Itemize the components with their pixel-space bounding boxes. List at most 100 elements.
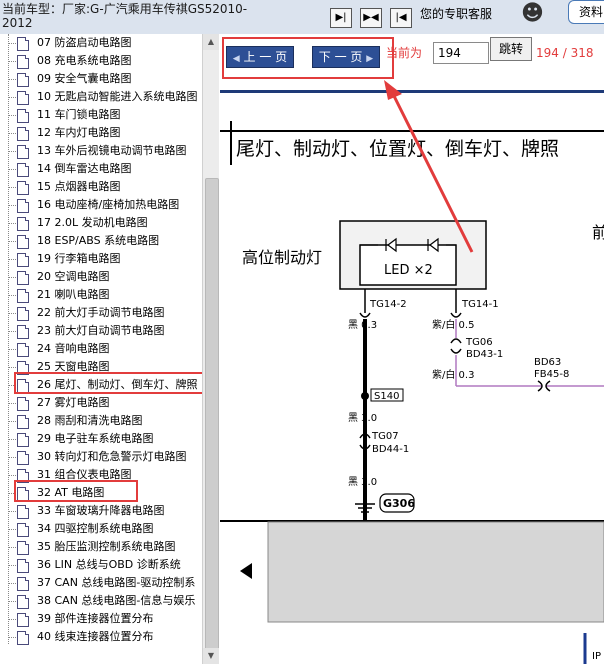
tree-branch-line xyxy=(8,223,16,224)
tree-item[interactable]: 34 四驱控制系统电路图 xyxy=(0,520,202,538)
service-avatar-icon: ☻ xyxy=(521,1,544,26)
tree-branch-line xyxy=(8,511,16,512)
tree-branch-line xyxy=(8,241,16,242)
document-icon xyxy=(17,163,29,177)
scroll-thumb[interactable] xyxy=(205,178,219,650)
tree-item[interactable]: 11 车门锁电路图 xyxy=(0,106,202,124)
conn-bd43: BD43-1 xyxy=(466,349,503,360)
tree-item-label: 19 行李箱电路图 xyxy=(37,252,121,265)
material-button[interactable]: 资料 xyxy=(568,0,604,24)
tree-item-label: 14 倒车雷达电路图 xyxy=(37,162,132,175)
document-icon xyxy=(17,289,29,303)
document-icon xyxy=(17,523,29,537)
collapse-arrow-icon[interactable] xyxy=(240,563,252,579)
tree-item[interactable]: 38 CAN 总线电路图-信息与娱乐 xyxy=(0,592,202,610)
document-icon xyxy=(17,613,29,627)
tree-item[interactable]: 13 车外后视镜电动调节电路图 xyxy=(0,142,202,160)
ground-g306: G306 xyxy=(383,497,415,510)
highlight-item-32 xyxy=(14,480,138,502)
annotation-arrow xyxy=(384,80,474,253)
tree-item-label: 21 喇叭电路图 xyxy=(37,288,110,301)
tree-branch-line xyxy=(8,313,16,314)
tree-item-label: 34 四驱控制系统电路图 xyxy=(37,522,154,535)
tree-item-label: 39 部件连接器位置分布 xyxy=(37,612,154,625)
tree-branch-line xyxy=(8,565,16,566)
customer-service-text[interactable]: 您的专职客服 xyxy=(420,5,492,22)
document-icon xyxy=(17,541,29,555)
document-icon xyxy=(17,433,29,447)
wire-w3: 紫/白 0.3 xyxy=(432,368,474,381)
document-icon xyxy=(17,181,29,195)
tree-item[interactable]: 08 充电系统电路图 xyxy=(0,52,202,70)
tree-item-label: 20 空调电路图 xyxy=(37,270,110,283)
tree-item[interactable]: 21 喇叭电路图 xyxy=(0,286,202,304)
document-icon xyxy=(17,199,29,213)
tree-item[interactable]: 24 音响电路图 xyxy=(0,340,202,358)
tree-item[interactable]: 09 安全气囊电路图 xyxy=(0,70,202,88)
tree-item-label: 18 ESP/ABS 系统电路图 xyxy=(37,234,160,247)
tree-item[interactable]: 37 CAN 总线电路图-驱动控制系 xyxy=(0,574,202,592)
tree-item[interactable]: 17 2.0L 发动机电路图 xyxy=(0,214,202,232)
tree-item[interactable]: 20 空调电路图 xyxy=(0,268,202,286)
document-icon xyxy=(17,505,29,519)
tree-item[interactable]: 23 前大灯自动调节电路图 xyxy=(0,322,202,340)
tree-item[interactable]: 15 点烟器电路图 xyxy=(0,178,202,196)
top-bar: 当前车型：厂家:G-广汽乘用车传祺GS52010-2012 ▶| ▶◀ |◀ 您… xyxy=(0,0,604,34)
tree-item[interactable]: 33 车窗玻璃升降器电路图 xyxy=(0,502,202,520)
document-icon xyxy=(17,451,29,465)
tree-item[interactable]: 14 倒车雷达电路图 xyxy=(0,160,202,178)
scroll-down-icon[interactable]: ▼ xyxy=(203,648,219,664)
tree-item-label: 08 充电系统电路图 xyxy=(37,54,132,67)
first-page-icon[interactable]: ▶| xyxy=(330,8,352,28)
document-icon xyxy=(17,37,29,51)
tree-branch-line xyxy=(8,187,16,188)
tree-branch-line xyxy=(8,367,16,368)
tree-item-label: 28 雨刮和清洗电路图 xyxy=(37,414,143,427)
last-page-icon[interactable]: |◀ xyxy=(390,8,412,28)
tree-item[interactable]: 12 车内灯电路图 xyxy=(0,124,202,142)
document-icon xyxy=(17,577,29,591)
tree-item[interactable]: 40 线束连接器位置分布 xyxy=(0,628,202,646)
tree-item-label: 38 CAN 总线电路图-信息与娱乐 xyxy=(37,594,196,607)
tree-branch-line xyxy=(8,349,16,350)
tree-item-label: 30 转向灯和危急警示灯电路图 xyxy=(37,450,187,463)
document-icon xyxy=(17,397,29,411)
tree-item[interactable]: 29 电子驻车系统电路图 xyxy=(0,430,202,448)
conn-tg06: TG06 xyxy=(465,337,493,348)
tree-item[interactable]: 36 LIN 总线与OBD 诊断系统 xyxy=(0,556,202,574)
tree-item[interactable]: 18 ESP/ABS 系统电路图 xyxy=(0,232,202,250)
tree-item[interactable]: 35 胎压监测控制系统电路图 xyxy=(0,538,202,556)
tree-item[interactable]: 16 电动座椅/座椅加热电路图 xyxy=(0,196,202,214)
document-icon xyxy=(17,559,29,573)
tree-branch-line xyxy=(8,205,16,206)
tree-scrollbar[interactable]: ▲ ▼ xyxy=(202,34,219,664)
document-icon xyxy=(17,307,29,321)
tree-item-label: 22 前大灯手动调节电路图 xyxy=(37,306,165,319)
tree-branch-line xyxy=(8,547,16,548)
scroll-up-icon[interactable]: ▲ xyxy=(203,34,219,50)
document-icon xyxy=(17,595,29,609)
tree-item[interactable]: 07 防盗启动电路图 xyxy=(0,34,202,52)
tree-item[interactable]: 27 雾灯电路图 xyxy=(0,394,202,412)
conn-bd44: BD44-1 xyxy=(372,444,409,455)
tree-item[interactable]: 10 无匙启动智能进入系统电路图 xyxy=(0,88,202,106)
tree-item[interactable]: 22 前大灯手动调节电路图 xyxy=(0,304,202,322)
tree-branch-line xyxy=(8,601,16,602)
current-car-model: 当前车型：厂家:G-广汽乘用车传祺GS52010-2012 xyxy=(2,2,248,30)
double-arrow-icon[interactable]: ▶◀ xyxy=(360,8,382,28)
tree-item-label: 11 车门锁电路图 xyxy=(37,108,121,121)
tree-item[interactable]: 39 部件连接器位置分布 xyxy=(0,610,202,628)
document-icon xyxy=(17,271,29,285)
tree-item-label: 23 前大灯自动调节电路图 xyxy=(37,324,165,337)
conn-tg07: TG07 xyxy=(371,431,399,442)
tree-branch-line xyxy=(8,475,16,476)
tree-branch-line xyxy=(8,619,16,620)
tree-item-label: 37 CAN 总线电路图-驱动控制系 xyxy=(37,576,196,589)
document-icon xyxy=(17,91,29,105)
pin-left-label: TG14-2 xyxy=(369,299,407,310)
tree-item[interactable]: 28 雨刮和清洗电路图 xyxy=(0,412,202,430)
tree-item-label: 29 电子驻车系统电路图 xyxy=(37,432,154,445)
content-area: ◀ 上 一 页 下 一 页 ▶ 当前为 跳转 194 / 318 尾灯、制动灯、… xyxy=(220,34,604,664)
tree-item[interactable]: 19 行李箱电路图 xyxy=(0,250,202,268)
tree-item[interactable]: 30 转向灯和危急警示灯电路图 xyxy=(0,448,202,466)
